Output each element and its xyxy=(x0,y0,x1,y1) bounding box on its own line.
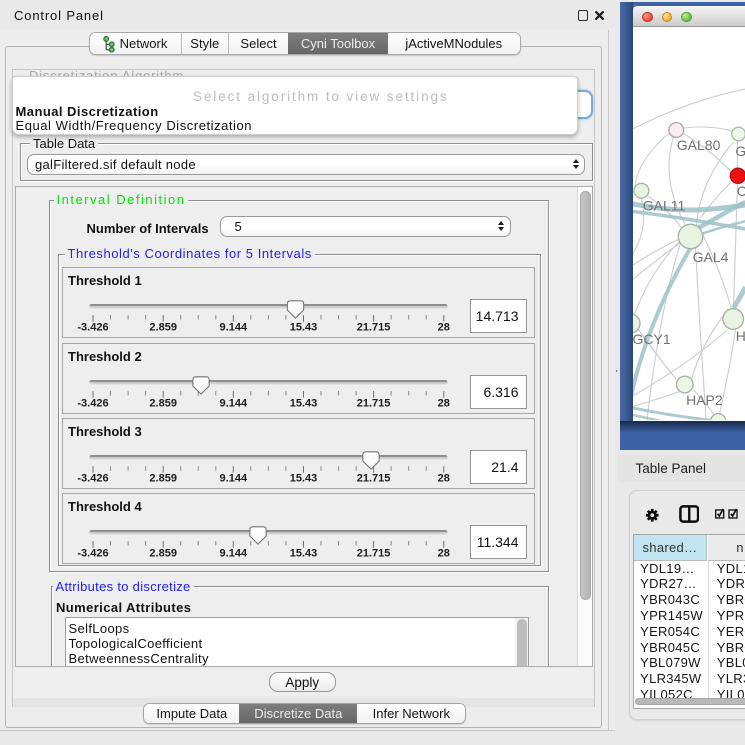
svg-text:2.859: 2.859 xyxy=(149,547,177,559)
svg-text:28: 28 xyxy=(437,547,449,559)
svg-text:15.43: 15.43 xyxy=(289,547,317,559)
svg-text:28: 28 xyxy=(437,397,449,409)
svg-text:C: C xyxy=(736,183,745,199)
svg-text:21.715: 21.715 xyxy=(356,547,390,559)
svg-text:9.144: 9.144 xyxy=(219,547,247,559)
svg-text:15.43: 15.43 xyxy=(289,322,317,334)
svg-text:28: 28 xyxy=(437,322,449,334)
svg-text:21.715: 21.715 xyxy=(356,472,390,484)
svg-text:GA: GA xyxy=(735,143,745,159)
svg-text:28: 28 xyxy=(437,472,449,484)
svg-text:15.43: 15.43 xyxy=(289,397,317,409)
svg-text:GAL80: GAL80 xyxy=(676,137,720,153)
svg-text:-3.426: -3.426 xyxy=(77,397,108,409)
svg-text:21.715: 21.715 xyxy=(356,322,390,334)
svg-text:-3.426: -3.426 xyxy=(77,472,108,484)
svg-text:2.859: 2.859 xyxy=(149,322,177,334)
svg-text:HAP2: HAP2 xyxy=(686,392,723,408)
svg-text:9.144: 9.144 xyxy=(219,322,247,334)
svg-text:15.43: 15.43 xyxy=(289,472,317,484)
svg-text:2.859: 2.859 xyxy=(149,397,177,409)
svg-text:H: H xyxy=(735,328,745,344)
svg-text:GCY1: GCY1 xyxy=(633,331,671,347)
svg-text:2.859: 2.859 xyxy=(149,472,177,484)
svg-text:9.144: 9.144 xyxy=(219,472,247,484)
svg-text:-3.426: -3.426 xyxy=(77,322,108,334)
svg-text:GAL11: GAL11 xyxy=(642,198,685,214)
svg-text:-3.426: -3.426 xyxy=(77,547,108,559)
svg-text:9.144: 9.144 xyxy=(219,397,247,409)
svg-text:GAL4: GAL4 xyxy=(692,249,728,265)
svg-text:21.715: 21.715 xyxy=(356,397,390,409)
